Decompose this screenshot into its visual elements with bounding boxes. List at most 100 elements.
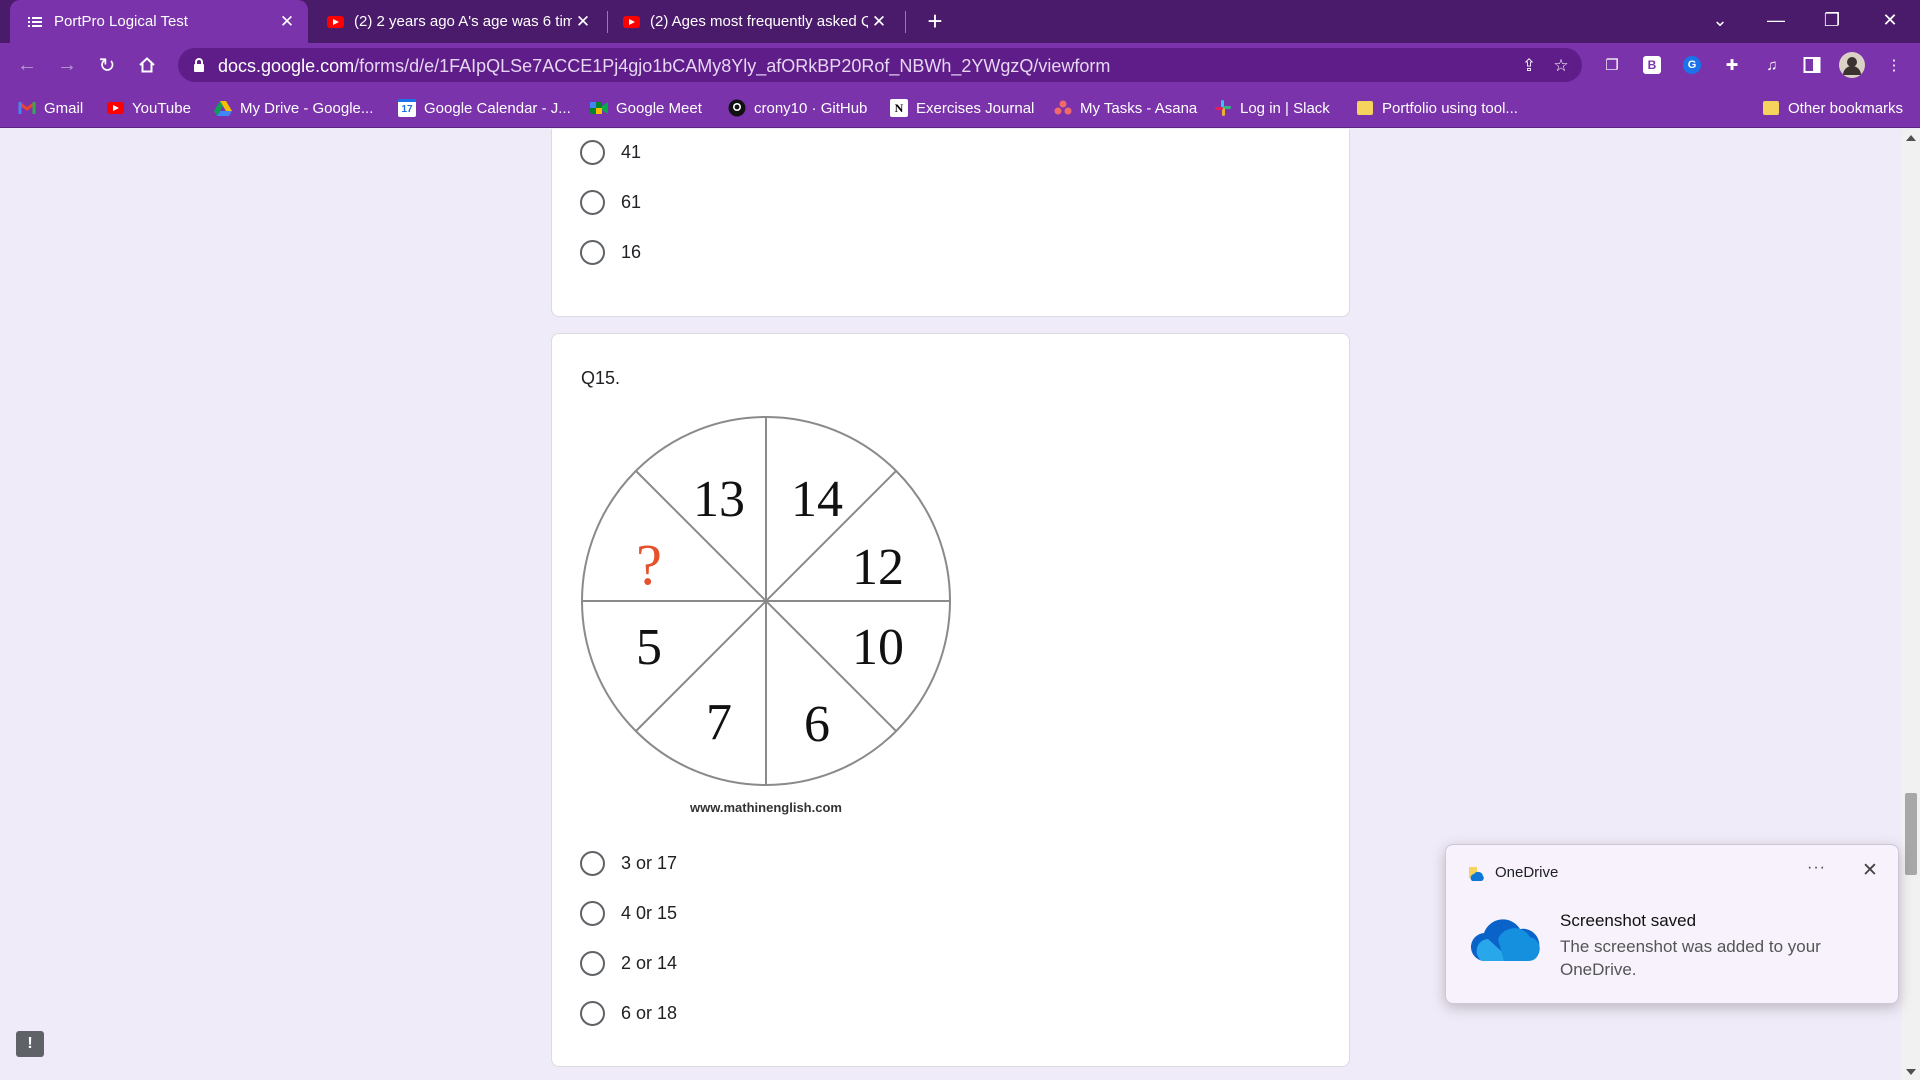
forward-arrow-icon[interactable]: → [53, 51, 81, 79]
bookmark-google-calendar[interactable]: 17 Google Calendar - J... [398, 97, 571, 119]
wheel-missing-value: ? [636, 532, 662, 597]
profile-avatar[interactable] [1838, 51, 1866, 79]
radio-button[interactable] [580, 1000, 605, 1026]
radio-button[interactable] [580, 239, 605, 265]
reload-icon[interactable]: ↻ [93, 51, 121, 79]
youtube-icon [622, 13, 640, 31]
bookmark-star-icon[interactable]: ☆ [1550, 55, 1572, 77]
scroll-up-arrow-icon[interactable] [1906, 135, 1916, 141]
gmail-icon [18, 99, 36, 117]
tab-title: (2) 2 years ago A's age was 6 tim [354, 13, 572, 30]
onedrive-cloud-icon [1470, 919, 1540, 962]
scrollbar-thumb[interactable] [1905, 793, 1917, 875]
close-window-button[interactable]: ✕ [1862, 0, 1918, 40]
bookmark-gmail[interactable]: Gmail [18, 97, 83, 119]
tab-groups-extension-icon[interactable]: ❐ [1600, 53, 1624, 77]
google-calendar-icon: 17 [398, 99, 416, 117]
wheel-number: 7 [706, 694, 732, 751]
number-wheel-puzzle: 13 14 12 10 6 7 5 ? www.mathinenglish.co… [581, 416, 951, 815]
tab-youtube-ages-frequently-asked[interactable]: (2) Ages most frequently asked Q ✕ [614, 0, 896, 43]
option-label: 61 [621, 191, 642, 212]
wheel-number: 14 [791, 471, 843, 528]
minimize-window-button[interactable]: — [1748, 0, 1804, 40]
bookmark-label: Google Calendar - J... [424, 99, 571, 117]
back-arrow-icon[interactable]: ← [13, 51, 41, 79]
option-label: 6 or 18 [621, 1002, 678, 1023]
youtube-icon [106, 99, 124, 117]
notification-more-icon[interactable]: ··· [1807, 859, 1826, 877]
tab-portpro-logical-test[interactable]: PortPro Logical Test ✕ [10, 0, 308, 43]
bookmark-label: Gmail [44, 99, 84, 117]
bookmark-label: My Tasks - Asana [1080, 99, 1198, 117]
onedrive-app-icon [1468, 866, 1484, 882]
tab-search-chevron-icon[interactable]: ⌄ [1692, 0, 1748, 40]
home-icon[interactable] [133, 51, 161, 79]
bookmark-label: YouTube [132, 99, 191, 117]
browser-toolbar: ← → ↻ docs.google.com/forms/d/e/1FAIpQLS… [0, 43, 1920, 87]
url-text: docs.google.com/forms/d/e/1FAIpQLSe7ACCE… [218, 56, 1110, 77]
option-2-or-14[interactable]: 2 or 14 [580, 950, 677, 976]
extensions-puzzle-icon[interactable]: ✚ [1720, 53, 1744, 77]
lock-icon [192, 57, 208, 73]
browser-menu-icon[interactable]: ⋮ [1882, 53, 1906, 77]
asana-icon [1054, 99, 1072, 117]
bookmark-portfolio[interactable]: Portfolio using tool... [1356, 97, 1518, 119]
option-16[interactable]: 16 [580, 239, 641, 265]
tab-close-icon[interactable]: ✕ [572, 11, 594, 33]
wheel-number: 10 [852, 619, 904, 676]
bookmark-slack[interactable]: Log in | Slack [1214, 97, 1330, 119]
url-path: /forms/d/e/1FAIpQLSe7ACCE1Pj4gjo1bCAMy8Y… [354, 56, 1111, 76]
scroll-down-arrow-icon[interactable] [1906, 1069, 1916, 1075]
share-icon[interactable]: ⇪ [1518, 55, 1540, 77]
radio-button[interactable] [580, 139, 605, 165]
restore-window-button[interactable]: ❐ [1804, 0, 1860, 40]
bookmark-github[interactable]: crony10 · GitHub [728, 97, 867, 119]
other-bookmarks-label: Other bookmarks [1788, 99, 1904, 117]
radio-button[interactable] [580, 950, 605, 976]
url-host: docs.google.com [218, 56, 355, 76]
bookmark-label: Log in | Slack [1240, 99, 1330, 117]
notification-close-icon[interactable]: ✕ [1862, 859, 1878, 882]
notification-app-name: OneDrive [1495, 864, 1559, 881]
report-feedback-button[interactable]: ! [16, 1031, 44, 1057]
slack-icon [1214, 99, 1232, 117]
wheel-number: 5 [636, 619, 662, 676]
b-extension-icon[interactable]: B [1640, 53, 1664, 77]
image-credit: www.mathinenglish.com [689, 800, 842, 815]
bookmark-google-meet[interactable]: Google Meet [590, 97, 702, 119]
bookmarks-bar: Gmail YouTube My Drive - Google... 17 Go… [0, 87, 1920, 128]
media-controls-icon[interactable]: ♫ [1760, 53, 1784, 77]
bookmark-label: crony10 · GitHub [754, 99, 868, 117]
side-panel-icon[interactable] [1800, 53, 1824, 77]
option-4-or-15[interactable]: 4 0r 15 [580, 900, 677, 926]
folder-icon [1762, 99, 1780, 117]
other-bookmarks[interactable]: Other bookmarks [1762, 97, 1903, 119]
radio-button[interactable] [580, 189, 605, 215]
option-6-or-18[interactable]: 6 or 18 [580, 1000, 678, 1026]
radio-button[interactable] [580, 850, 605, 876]
radio-button[interactable] [580, 900, 605, 926]
tab-close-icon[interactable]: ✕ [276, 11, 298, 33]
bookmark-label: Portfolio using tool... [1382, 99, 1518, 117]
forms-list-icon [26, 13, 44, 31]
option-61[interactable]: 61 [580, 189, 642, 215]
grammarly-extension-icon[interactable]: G [1680, 53, 1704, 77]
tab-youtube-ages-question[interactable]: (2) 2 years ago A's age was 6 tim ✕ [318, 0, 600, 43]
bookmark-exercises-journal[interactable]: N Exercises Journal [890, 97, 1034, 119]
address-bar[interactable]: docs.google.com/forms/d/e/1FAIpQLSe7ACCE… [178, 48, 1582, 82]
tab-title: (2) Ages most frequently asked Q [650, 13, 868, 30]
bookmark-label: My Drive - Google... [240, 99, 374, 117]
option-41[interactable]: 41 [580, 139, 642, 165]
new-tab-button[interactable]: + [920, 0, 950, 43]
option-3-or-17[interactable]: 3 or 17 [580, 850, 677, 876]
wheel-number: 12 [852, 539, 904, 596]
tab-strip: PortPro Logical Test ✕ (2) 2 years ago A… [0, 0, 1920, 43]
option-label: 41 [621, 141, 642, 162]
bookmark-my-drive[interactable]: My Drive - Google... [214, 97, 373, 119]
page-scrollbar[interactable] [1902, 129, 1920, 1080]
tab-close-icon[interactable]: ✕ [868, 11, 890, 33]
bookmark-youtube[interactable]: YouTube [106, 97, 191, 119]
folder-icon [1356, 99, 1374, 117]
google-meet-icon [590, 99, 608, 117]
bookmark-asana[interactable]: My Tasks - Asana [1054, 97, 1197, 119]
